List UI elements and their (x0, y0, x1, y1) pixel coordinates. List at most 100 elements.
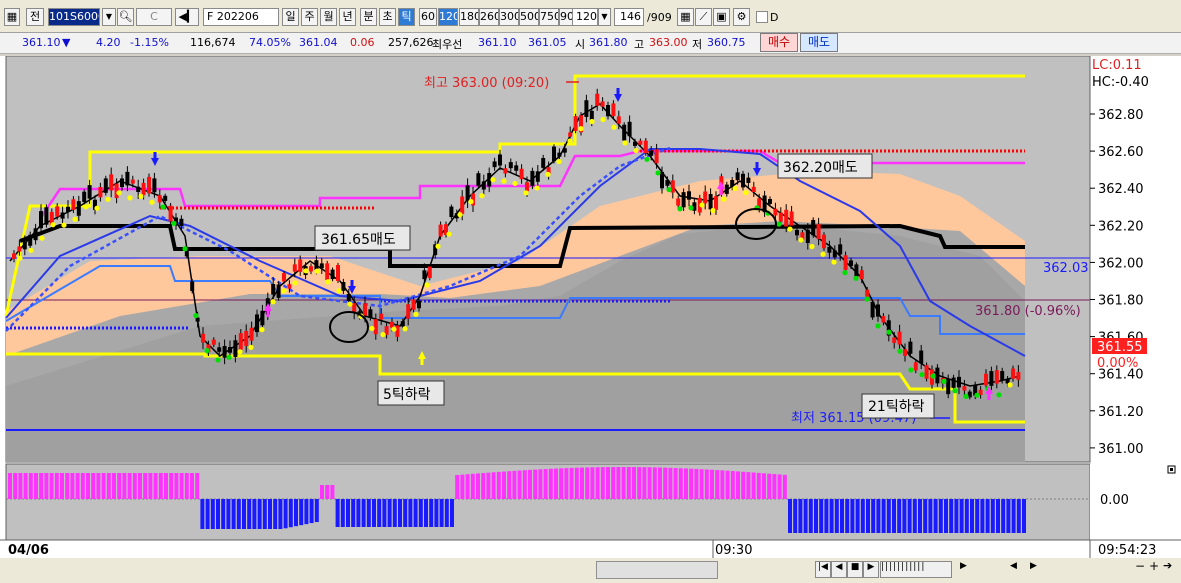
open-price: 361.80 (589, 36, 628, 49)
oscillator-bar (907, 499, 912, 533)
tick-500[interactable]: 500 (519, 8, 539, 26)
oscillator-bar (533, 469, 538, 499)
minus-icon[interactable]: − (1135, 559, 1145, 573)
x-label-right: 09:54:23 (1098, 543, 1156, 558)
tick-300[interactable]: 300 (499, 8, 519, 26)
period-year[interactable]: 년 (339, 8, 356, 26)
speaker-icon[interactable]: ◀▎ (175, 8, 199, 26)
zoom-ruler[interactable]: ||||||||||| (880, 561, 952, 578)
scroll-right-icon[interactable]: ▶ (960, 561, 972, 576)
layout-icon[interactable]: ▦ (677, 8, 694, 26)
tick-120[interactable]: 120 (438, 8, 458, 26)
prev-icon[interactable]: ◀ (831, 561, 847, 578)
price-chart[interactable]: 최고 363.00 (09:20) 최저 361.15 (09:47) 361.… (0, 55, 1181, 562)
oscillator-bar (242, 499, 246, 529)
oscillator-bar (938, 499, 943, 533)
oscillator-bar (268, 499, 272, 529)
signal-marker (523, 190, 529, 196)
candle-body (336, 264, 340, 281)
oscillator-bar (164, 473, 168, 499)
candle-body (951, 377, 956, 388)
tab-main[interactable]: 전 (26, 8, 44, 26)
period-minute[interactable]: 분 (360, 8, 377, 26)
draw-line-icon[interactable]: ⟋ (695, 8, 712, 26)
signal-marker (776, 221, 782, 227)
candle-body (238, 333, 243, 350)
oscillator-bar (148, 473, 153, 499)
tick-750[interactable]: 750 (539, 8, 559, 26)
oscillator-bar (283, 499, 288, 529)
period-week[interactable]: 주 (301, 8, 318, 26)
code-input[interactable]: 101S6000 (48, 8, 100, 26)
signal-marker (61, 222, 67, 228)
candle-body (222, 346, 227, 358)
signal-marker (391, 326, 397, 332)
dropdown-icon[interactable]: ▼ (102, 8, 116, 26)
candle-body (751, 186, 756, 192)
stop-icon[interactable]: ■ (847, 561, 863, 578)
oscillator-bar (1011, 499, 1016, 533)
save-icon[interactable]: ▣ (713, 8, 730, 26)
candle-body (109, 174, 114, 191)
candle-body (422, 270, 427, 280)
next-icon[interactable]: ▶ (863, 561, 879, 578)
signal-marker (281, 288, 287, 294)
oscillator-bar (626, 467, 631, 499)
product-field[interactable]: F 202206 (203, 8, 279, 26)
oscillator-bar (273, 499, 278, 529)
tick-180[interactable]: 180 (459, 8, 479, 26)
plus-icon[interactable]: + (1149, 559, 1159, 573)
oscillator-bar (294, 499, 298, 527)
sell-button[interactable]: 매도 (800, 33, 838, 52)
candle-body (249, 327, 254, 341)
chart-navigation-bar: |◀ ◀ ■ ▶ ||||||||||| ▶ ◀ ▶ − + ➔ (0, 558, 1181, 583)
candle-body (816, 223, 821, 240)
candle-body (319, 263, 324, 269)
signal-marker (875, 323, 881, 329)
tick-260[interactable]: 260 (479, 8, 499, 26)
count-input[interactable]: 146 (614, 8, 644, 26)
grid-icon[interactable]: ▦ (4, 8, 20, 26)
oscillator-bar (330, 485, 335, 499)
signal-marker (996, 392, 1002, 398)
candle-body (400, 321, 405, 327)
zoom-out-icon[interactable]: ▶ (1030, 561, 1042, 576)
current-price: 361.10 (22, 36, 61, 49)
signal-marker (160, 204, 166, 210)
search-icon[interactable]: 🔍︎ (117, 8, 134, 26)
osc-zero-label: 0.00 (1100, 493, 1129, 508)
candle-body (460, 196, 465, 214)
candle-body (660, 171, 664, 189)
candle-body (217, 347, 222, 352)
tick-60[interactable]: 60 (419, 8, 437, 26)
oscillator-bar (91, 473, 96, 499)
arrow-right-icon[interactable]: ➔ (1163, 559, 1172, 572)
oscillator-bar (538, 469, 543, 499)
period-month[interactable]: 월 (320, 8, 337, 26)
signal-marker (787, 226, 793, 232)
period-second[interactable]: 초 (379, 8, 396, 26)
buy-button[interactable]: 매수 (760, 33, 798, 52)
d-checkbox[interactable] (756, 11, 768, 23)
signal-marker (468, 199, 474, 205)
signal-marker (798, 237, 804, 243)
best-label: 최우선 (432, 38, 463, 51)
oscillator-bar (517, 470, 522, 499)
period-tick[interactable]: 틱 (398, 8, 415, 26)
oscillator-bar (808, 499, 813, 533)
compare-button[interactable]: C (136, 8, 172, 26)
horizontal-scrollbar[interactable] (596, 561, 718, 579)
period-day[interactable]: 일 (282, 8, 299, 26)
candle-body (573, 116, 578, 131)
oscillator-bar (476, 473, 480, 499)
level-purple-label: 361.80 (-0.96%) (975, 304, 1081, 319)
tick-select[interactable]: 120 (572, 8, 598, 26)
first-page-icon[interactable]: |◀ (815, 561, 831, 578)
zoom-in-icon[interactable]: ◀ (1010, 561, 1022, 576)
oscillator-bar (652, 467, 657, 499)
candle-body (465, 185, 470, 202)
y-tick-label: 362.80 (1098, 108, 1144, 123)
signal-marker (820, 251, 826, 257)
tick-dropdown-icon[interactable]: ▼ (598, 8, 611, 26)
settings-icon[interactable]: ⚙ (733, 8, 750, 26)
